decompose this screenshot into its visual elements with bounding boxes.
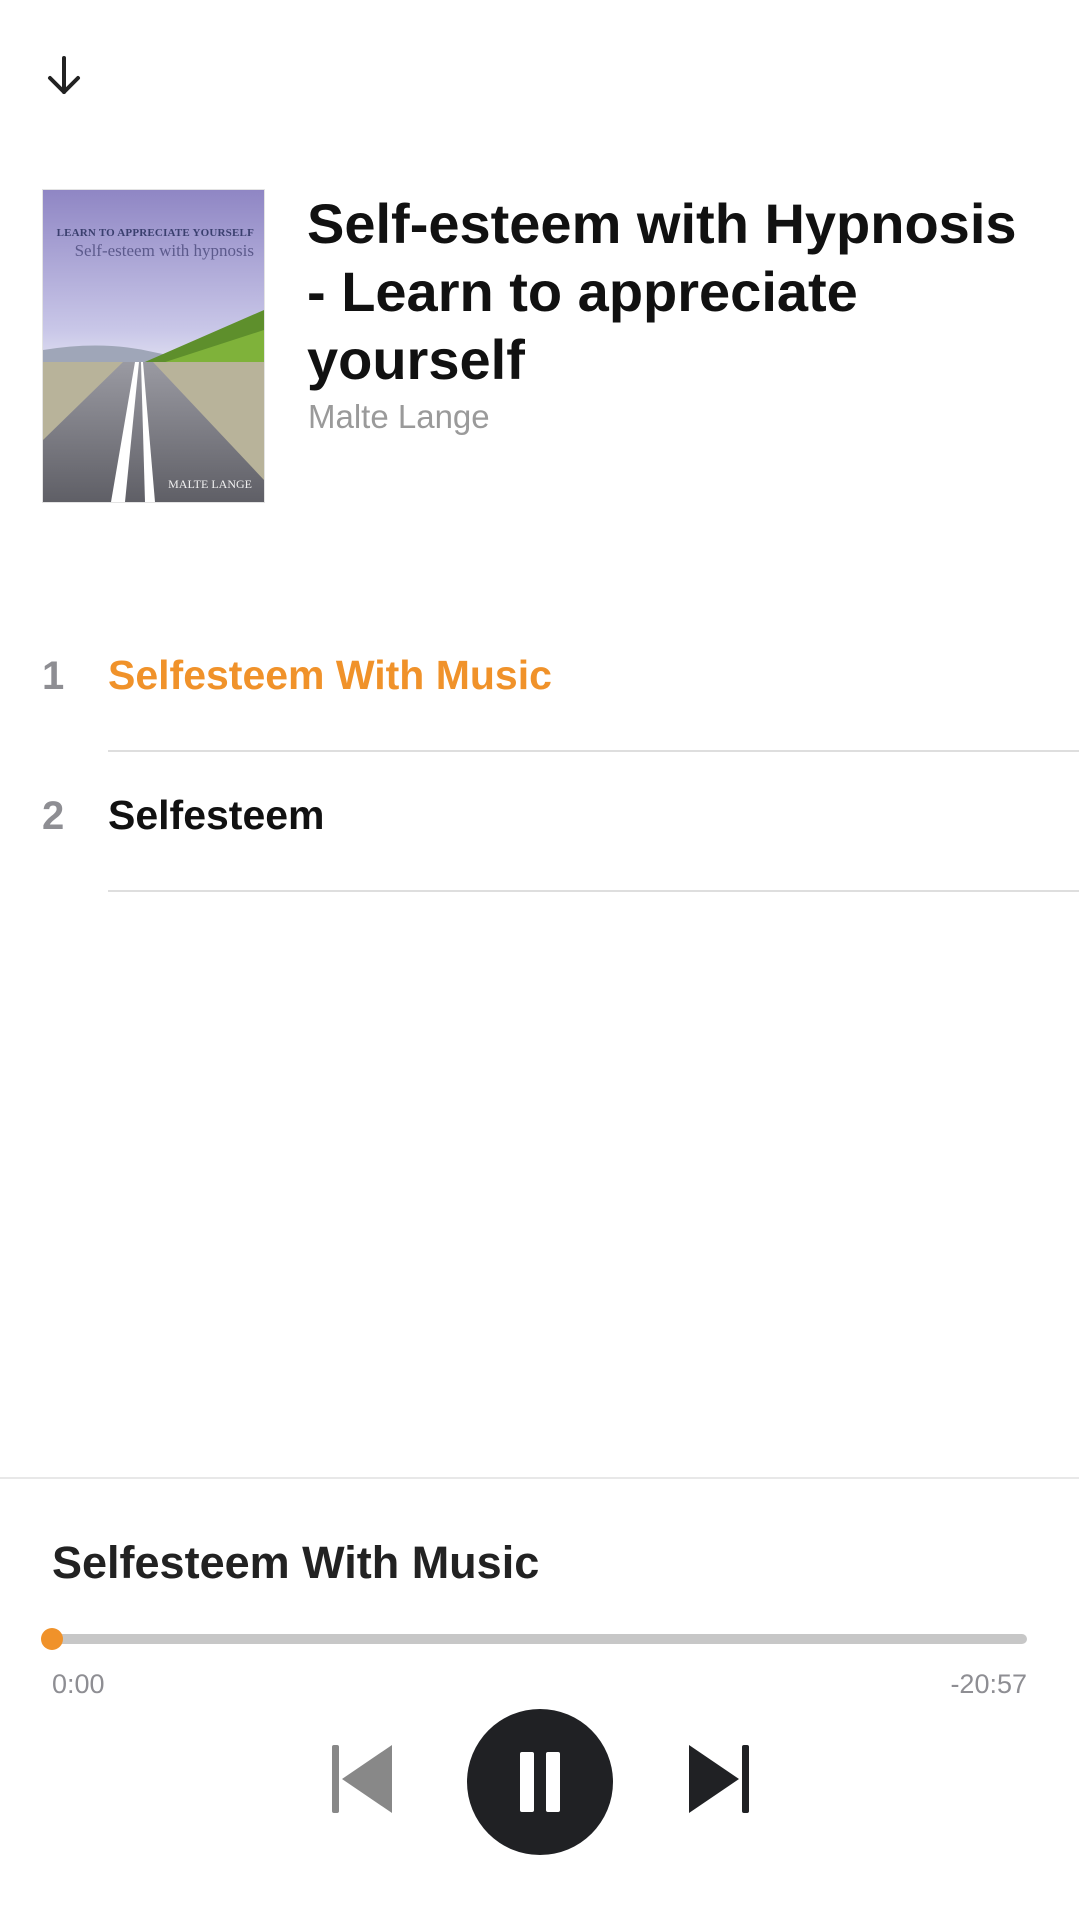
remaining-time: -20:57 <box>950 1669 1027 1699</box>
pause-icon <box>520 1752 560 1812</box>
progress-knob[interactable] <box>41 1628 63 1650</box>
book-title: Self-esteem with Hypnosis - Learn to app… <box>307 192 1017 391</box>
cover-kicker: LEARN TO APPRECIATE YOURSELF <box>56 227 254 239</box>
previous-track-button[interactable] <box>325 1741 400 1816</box>
track-number: 2 <box>42 794 65 838</box>
skip-previous-icon <box>331 1744 392 1813</box>
player-panel: Selfesteem With Music 0:00 -20:57 <box>0 1477 1079 1921</box>
track-number: 1 <box>42 654 65 698</box>
cover-author: MALTE LANGE <box>168 477 252 491</box>
book-cover: LEARN TO APPRECIATE YOURSELF Self-esteem… <box>43 190 264 502</box>
cover-title: Self-esteem with hypnosis <box>74 241 254 260</box>
book-author[interactable]: Malte Lange <box>308 398 490 436</box>
arrow-down-icon <box>48 56 80 94</box>
now-playing-title: Selfesteem With Music <box>52 1537 540 1588</box>
progress-slider[interactable] <box>41 1628 1027 1650</box>
track-row[interactable]: 1 Selfesteem With Music <box>0 612 1079 752</box>
divider <box>108 890 1079 892</box>
elapsed-time: 0:00 <box>52 1669 105 1699</box>
next-track-button[interactable] <box>680 1741 755 1816</box>
track-row[interactable]: 2 Selfesteem <box>0 752 1079 892</box>
collapse-button[interactable] <box>38 50 90 102</box>
pause-button[interactable] <box>467 1709 613 1855</box>
skip-next-icon <box>688 1744 749 1813</box>
track-name: Selfesteem With Music <box>108 652 552 698</box>
track-name: Selfesteem <box>108 792 325 838</box>
